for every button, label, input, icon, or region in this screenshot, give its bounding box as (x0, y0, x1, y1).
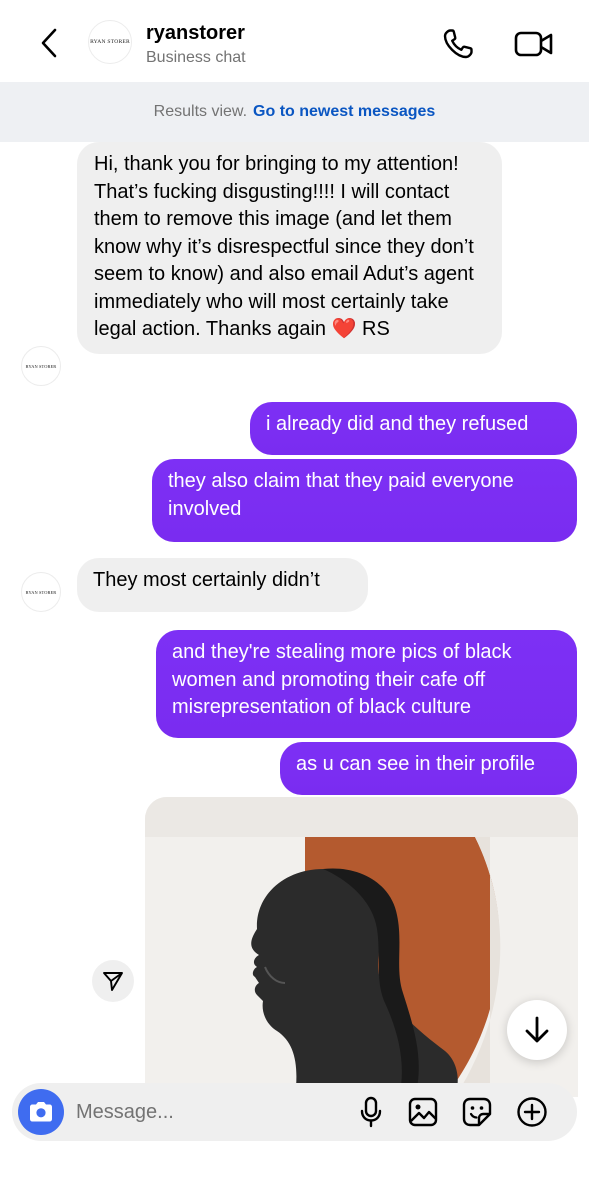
outgoing-message[interactable]: they also claim that they paid everyone … (152, 459, 577, 542)
video-camera-icon (514, 31, 553, 57)
paper-plane-icon (103, 972, 123, 991)
share-button[interactable] (92, 960, 134, 1002)
sticker-button[interactable] (460, 1095, 494, 1129)
camera-button[interactable] (18, 1089, 64, 1135)
outgoing-message[interactable]: as u can see in their profile (280, 742, 577, 795)
arrow-down-icon (525, 1016, 549, 1043)
microphone-icon (360, 1096, 382, 1128)
message-text: Hi, thank you for bringing to my attenti… (94, 153, 474, 340)
outgoing-message[interactable]: i already did and they refused (250, 402, 577, 455)
message-input[interactable] (76, 1097, 336, 1127)
results-text: Results view. (153, 103, 248, 120)
video-call-button[interactable] (513, 28, 555, 60)
sticker-icon (462, 1097, 492, 1127)
avatar-text: RYAN STORER (25, 363, 57, 369)
avatar-text: RYAN STORER (90, 39, 130, 45)
gallery-button[interactable] (406, 1095, 440, 1129)
message-text: i already did and they refused (266, 413, 529, 435)
avatar[interactable]: RYAN STORER (88, 20, 132, 64)
phone-icon (443, 29, 473, 59)
chevron-left-icon (41, 28, 57, 58)
avatar-text: RYAN STORER (25, 589, 57, 595)
newest-messages-link[interactable]: Go to newest messages (253, 103, 435, 121)
results-banner: Results view. Go to newest messages (0, 82, 589, 142)
call-button[interactable] (440, 26, 476, 62)
message-text: and they're stealing more pics of black … (172, 641, 512, 718)
incoming-message[interactable]: They most certainly didn’t (77, 558, 368, 612)
back-button[interactable] (34, 26, 64, 60)
message-text: they also claim that they paid everyone … (168, 470, 514, 520)
message-composer (12, 1083, 577, 1141)
shared-image[interactable] (145, 797, 578, 1097)
avatar[interactable]: RYAN STORER (21, 572, 61, 612)
plus-circle-icon (517, 1097, 547, 1127)
incoming-message[interactable]: Hi, thank you for bringing to my attenti… (77, 142, 502, 354)
chat-subtitle: Business chat (146, 49, 246, 66)
add-button[interactable] (515, 1095, 549, 1129)
voice-message-button[interactable] (354, 1095, 388, 1129)
portrait-photo (145, 797, 578, 1097)
message-text: as u can see in their profile (296, 753, 536, 775)
message-text: They most certainly didn’t (93, 569, 320, 591)
image-icon (408, 1097, 438, 1127)
camera-icon (30, 1102, 52, 1122)
chat-header: RYAN STORER ryanstorer Business chat (0, 0, 589, 82)
scroll-to-bottom-button[interactable] (507, 1000, 567, 1060)
outgoing-message[interactable]: and they're stealing more pics of black … (156, 630, 577, 738)
avatar[interactable]: RYAN STORER (21, 346, 61, 386)
chat-title[interactable]: ryanstorer (146, 22, 245, 45)
